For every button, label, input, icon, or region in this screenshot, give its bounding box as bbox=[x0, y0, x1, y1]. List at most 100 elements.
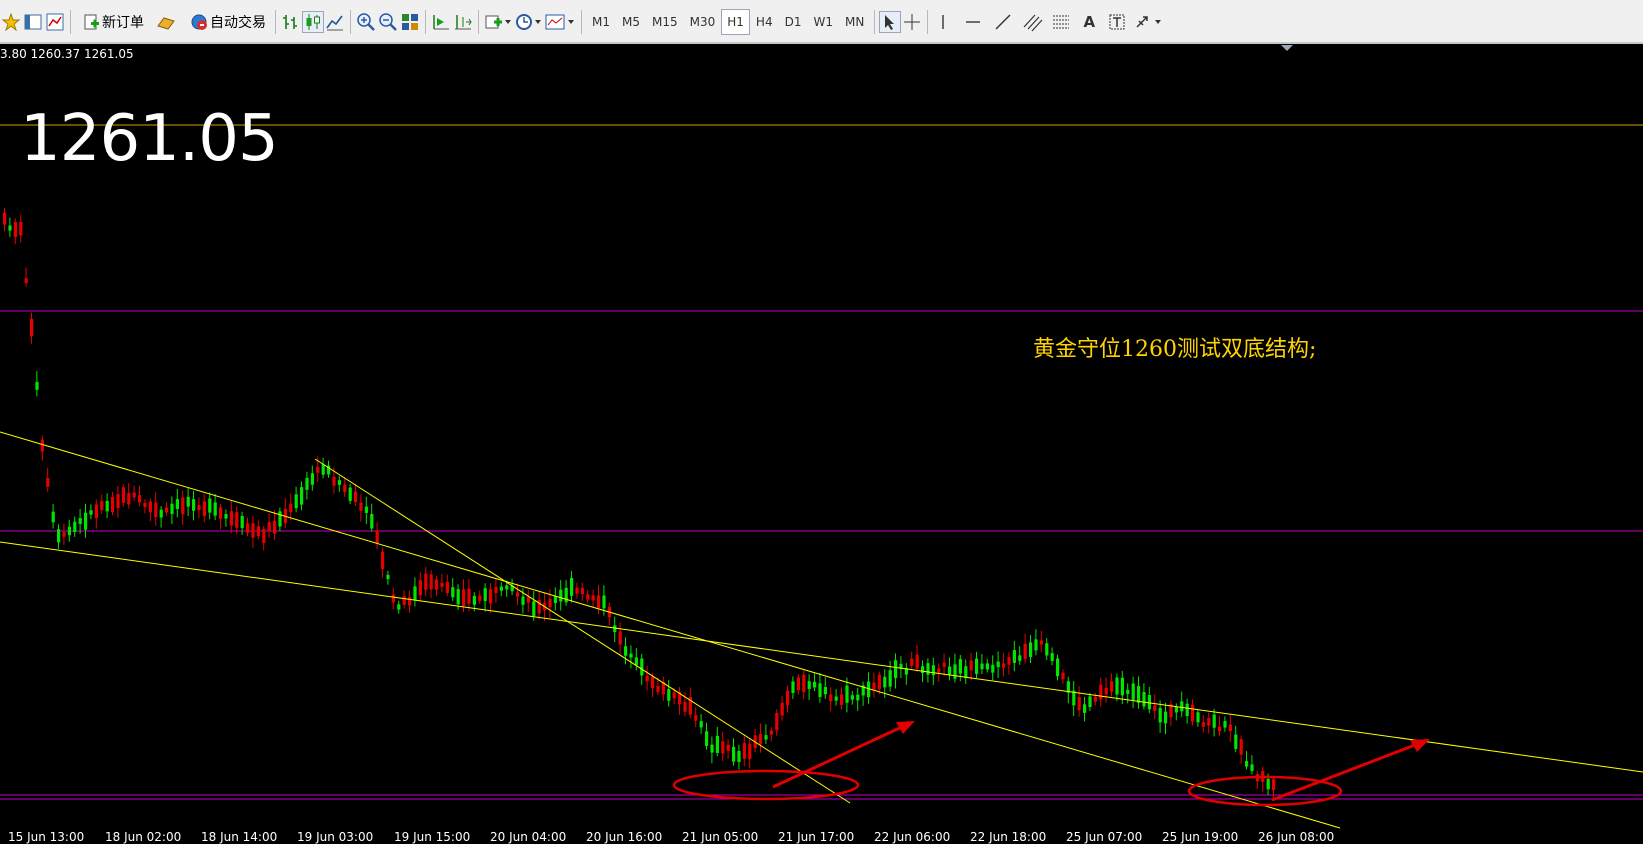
candle-body bbox=[472, 595, 476, 605]
candle-body bbox=[969, 660, 973, 671]
bar-chart-icon[interactable] bbox=[280, 11, 302, 33]
candle-body bbox=[499, 586, 503, 591]
candle-body bbox=[796, 677, 800, 691]
candle-body bbox=[802, 674, 806, 693]
candle-body bbox=[570, 577, 574, 596]
candle-body bbox=[559, 589, 563, 602]
candle-body bbox=[1050, 653, 1054, 662]
candle-body bbox=[451, 587, 455, 598]
navigator-icon[interactable] bbox=[22, 11, 44, 33]
auto-trading-icon bbox=[188, 11, 210, 33]
candle-body bbox=[386, 574, 390, 580]
candle-body bbox=[78, 518, 82, 524]
equidistant-channel-icon[interactable] bbox=[1022, 11, 1044, 33]
timeframe-h1-button[interactable]: H1 bbox=[721, 9, 750, 35]
arrows-dropdown-icon[interactable] bbox=[1134, 11, 1166, 33]
periods-clock-icon[interactable] bbox=[513, 11, 543, 33]
candle-body bbox=[30, 318, 34, 337]
candle-body bbox=[1158, 707, 1162, 723]
candle-body bbox=[246, 523, 250, 533]
candle-body bbox=[775, 712, 779, 731]
candle-body bbox=[618, 631, 622, 645]
new-order-icon bbox=[80, 11, 102, 33]
candle-body bbox=[127, 492, 131, 505]
candle-body bbox=[240, 516, 244, 528]
candle-body bbox=[435, 579, 439, 590]
timeframe-m15-button[interactable]: M15 bbox=[646, 9, 684, 35]
timeframe-w1-button[interactable]: W1 bbox=[807, 9, 839, 35]
candle-body bbox=[1196, 712, 1200, 723]
candle-body bbox=[354, 491, 358, 503]
data-window-icon[interactable] bbox=[44, 11, 66, 33]
vertical-line-icon[interactable] bbox=[932, 11, 954, 33]
candle-body bbox=[19, 222, 23, 236]
chart-shift-icon[interactable] bbox=[452, 11, 474, 33]
timeframe-d1-button[interactable]: D1 bbox=[779, 9, 808, 35]
candle-body bbox=[1218, 726, 1222, 732]
candle-body bbox=[921, 666, 925, 674]
candle-body bbox=[1174, 706, 1178, 713]
candle-body bbox=[111, 496, 115, 513]
cursor-icon[interactable] bbox=[879, 11, 902, 33]
timeframe-m30-button[interactable]: M30 bbox=[684, 9, 722, 35]
candle-body bbox=[1142, 691, 1146, 707]
candle-body bbox=[521, 596, 525, 605]
candle-body bbox=[1126, 689, 1130, 694]
candlestick-chart-icon[interactable] bbox=[302, 11, 324, 33]
fibonacci-icon[interactable] bbox=[1050, 11, 1072, 33]
candle-body bbox=[553, 596, 557, 604]
candle-body bbox=[818, 683, 822, 697]
horizontal-line-icon[interactable] bbox=[962, 11, 984, 33]
candle-body bbox=[1007, 657, 1011, 665]
candle-body bbox=[154, 502, 158, 518]
text-label-icon[interactable] bbox=[1106, 11, 1128, 33]
candle-body bbox=[105, 500, 109, 512]
favorites-star-icon[interactable] bbox=[0, 11, 22, 33]
trendline-icon[interactable] bbox=[992, 11, 1014, 33]
indicators-icon[interactable] bbox=[483, 11, 513, 33]
candle-body bbox=[1039, 640, 1043, 645]
toolbar-separator bbox=[70, 10, 71, 34]
candle-body bbox=[667, 689, 671, 701]
candle-body bbox=[381, 551, 385, 570]
candle-body bbox=[1012, 650, 1016, 663]
text-tool-icon[interactable]: A bbox=[1078, 11, 1100, 33]
candle-body bbox=[721, 741, 725, 754]
candle-body bbox=[759, 734, 763, 744]
candle-body bbox=[89, 510, 93, 515]
timeframe-mn-button[interactable]: MN bbox=[839, 9, 870, 35]
candle-body bbox=[1191, 704, 1195, 722]
timeframe-m5-button[interactable]: M5 bbox=[616, 9, 646, 35]
candle-body bbox=[1212, 714, 1216, 728]
auto-scroll-icon[interactable] bbox=[430, 11, 452, 33]
candle-body bbox=[73, 521, 77, 533]
timeframe-h4-button[interactable]: H4 bbox=[750, 9, 779, 35]
templates-icon[interactable] bbox=[543, 11, 577, 33]
candle-body bbox=[289, 503, 293, 513]
candle-body bbox=[8, 225, 12, 231]
candle-body bbox=[1104, 687, 1108, 695]
candle-body bbox=[348, 487, 352, 501]
candle-body bbox=[46, 478, 50, 487]
candle-body bbox=[1245, 760, 1249, 767]
candle-body bbox=[143, 502, 147, 507]
timeframe-m1-button[interactable]: M1 bbox=[586, 9, 616, 35]
candle-body bbox=[813, 681, 817, 688]
candle-body bbox=[532, 601, 536, 616]
new-order-button[interactable]: 新订单 bbox=[75, 9, 149, 35]
crosshair-icon[interactable] bbox=[901, 11, 923, 33]
line-chart-icon[interactable] bbox=[324, 11, 346, 33]
market-watch-gold-icon[interactable] bbox=[155, 11, 177, 33]
candle-body bbox=[100, 501, 104, 511]
zoom-in-icon[interactable] bbox=[355, 11, 377, 33]
candle-body bbox=[640, 658, 644, 676]
candle-body bbox=[197, 504, 201, 511]
candle-body bbox=[1029, 642, 1033, 658]
zoom-out-icon[interactable] bbox=[377, 11, 399, 33]
toolbar-left-group: 新订单 自动交易 M1 M5 M15 M30 H1 H4 D1 W1 MN A bbox=[0, 8, 1166, 36]
tile-windows-icon[interactable] bbox=[399, 11, 421, 33]
candle-body bbox=[1147, 694, 1151, 710]
candle-body bbox=[337, 480, 341, 485]
current-price-display: 1261.05 bbox=[20, 102, 279, 176]
auto-trading-button[interactable]: 自动交易 bbox=[183, 9, 271, 35]
